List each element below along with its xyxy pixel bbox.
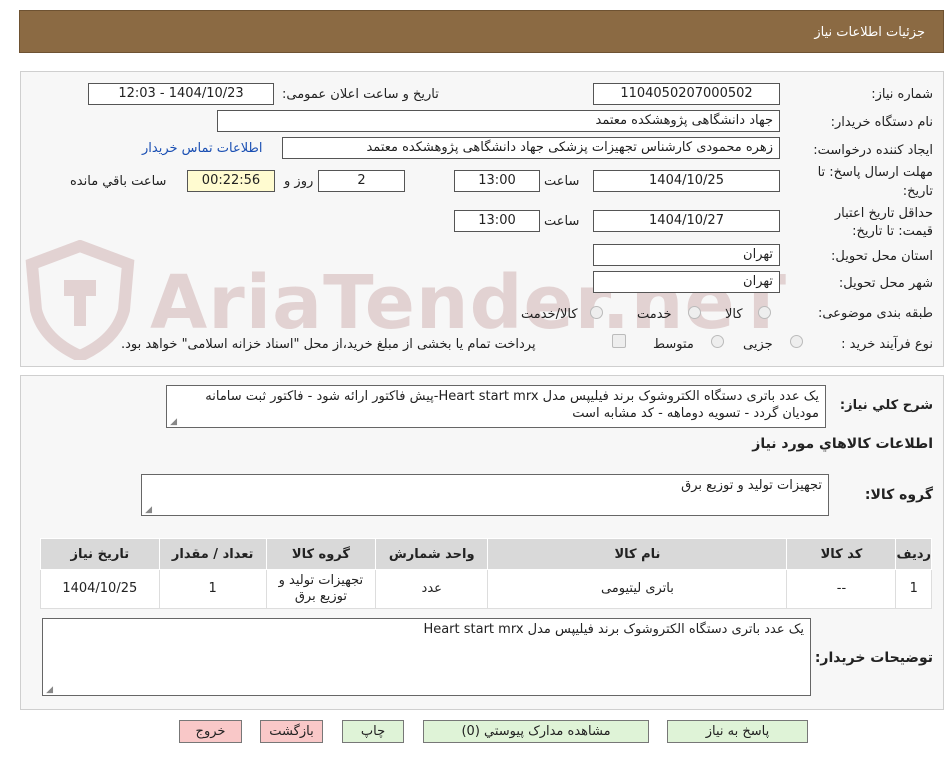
city-field: تهران bbox=[593, 271, 780, 293]
deadline-time-label: ساعت bbox=[544, 174, 580, 189]
category-radio-goods[interactable] bbox=[758, 306, 771, 319]
attachments-button[interactable]: مشاهده مدارک پیوستي (0) bbox=[423, 720, 649, 743]
col-code: کد کالا bbox=[786, 538, 897, 570]
category-option-goods-service: کالا/خدمت bbox=[521, 307, 578, 322]
page-title: جزئیات اطلاعات نیاز bbox=[814, 25, 925, 40]
validity-label-date: قیمت: تا تاریخ: bbox=[852, 224, 933, 239]
page-header: جزئیات اطلاعات نیاز bbox=[19, 10, 944, 53]
creator-field: زهره محمودی کارشناس تجهیزات پزشکی جهاد د… bbox=[282, 137, 780, 159]
table-header-row: ردیف کد کالا نام کالا واحد شمارش گروه کا… bbox=[40, 538, 932, 570]
resize-grip-icon[interactable]: ◢ bbox=[144, 506, 152, 515]
treasury-checkbox[interactable] bbox=[612, 334, 626, 348]
resize-grip-icon[interactable]: ◢ bbox=[169, 418, 177, 427]
remaining-label: ساعت باقي مانده bbox=[70, 174, 167, 189]
items-table: ردیف کد کالا نام کالا واحد شمارش گروه کا… bbox=[40, 538, 932, 609]
creator-label: ایجاد کننده درخواست: bbox=[813, 143, 933, 158]
announce-label: تاریخ و ساعت اعلان عمومی: bbox=[282, 87, 439, 102]
cell-row: 1 bbox=[895, 569, 932, 609]
buyer-notes-text: یک عدد باتری دستگاه الکتروشوک برند فیلیپ… bbox=[423, 622, 804, 637]
category-radio-service[interactable] bbox=[688, 306, 701, 319]
province-field: تهران bbox=[593, 244, 780, 266]
table-row: 1 -- باتری لیتیومی عدد تجهیزات تولید و ت… bbox=[40, 569, 932, 609]
need-number-label: شماره نیاز: bbox=[871, 87, 933, 102]
days-label: روز و bbox=[284, 174, 314, 189]
validity-label: حداقل تاریخ اعتبار bbox=[834, 206, 933, 221]
buyer-org-field: جهاد دانشگاهی پژوهشکده معتمد bbox=[217, 110, 780, 132]
cell-group: تجهیزات تولید و توزیع برق bbox=[265, 569, 377, 609]
cell-date: 1404/10/25 bbox=[40, 569, 160, 609]
deadline-label-date: تاریخ: bbox=[902, 184, 933, 199]
province-label: استان محل تحویل: bbox=[831, 249, 933, 264]
process-radio-medium[interactable] bbox=[711, 335, 724, 348]
summary-label: شرح کلي نياز: bbox=[839, 398, 933, 413]
goods-group-label: گروه کالا: bbox=[864, 487, 933, 503]
deadline-time-field: 13:00 bbox=[454, 170, 540, 192]
validity-date-field: 1404/10/27 bbox=[593, 210, 780, 232]
process-radio-minor[interactable] bbox=[790, 335, 803, 348]
back-button[interactable]: بازگشت bbox=[260, 720, 323, 743]
deadline-label: مهلت ارسال پاسخ: تا bbox=[817, 165, 933, 180]
reply-button[interactable]: پاسخ به نیاز bbox=[667, 720, 808, 743]
city-label: شهر محل تحویل: bbox=[838, 276, 933, 291]
print-button[interactable]: چاپ bbox=[342, 720, 404, 743]
goods-group-field: تجهیزات تولید و توزیع برق ◢ bbox=[141, 474, 829, 516]
buyer-contact-link[interactable]: اطلاعات تماس خریدار bbox=[142, 141, 262, 156]
process-option-minor: جزیی bbox=[743, 337, 773, 352]
announce-field: 1404/10/23 - 12:03 bbox=[88, 83, 274, 105]
category-option-service: خدمت bbox=[637, 307, 672, 322]
treasury-note: پرداخت تمام یا بخشی از مبلغ خرید،از محل … bbox=[121, 337, 536, 352]
cell-qty: 1 bbox=[158, 569, 267, 609]
category-option-goods: کالا bbox=[725, 307, 743, 322]
exit-button[interactable]: خروج bbox=[179, 720, 242, 743]
category-label: طبقه بندی موضوعی: bbox=[817, 306, 933, 321]
cell-code: -- bbox=[786, 569, 897, 609]
resize-grip-icon[interactable]: ◢ bbox=[45, 686, 53, 695]
buyer-notes-label: توضیحات خریدار: bbox=[814, 650, 933, 666]
process-option-medium: متوسط bbox=[653, 337, 694, 352]
col-row: ردیف bbox=[895, 538, 932, 570]
validity-time-label: ساعت bbox=[544, 214, 580, 229]
days-field: 2 bbox=[318, 170, 405, 192]
col-name: نام کالا bbox=[487, 538, 788, 570]
category-radio-goods-service[interactable] bbox=[590, 306, 603, 319]
process-label: نوع فرآیند خرید : bbox=[841, 337, 933, 352]
summary-text-content: یک عدد باتری دستگاه الکتروشوک برند فیلیپ… bbox=[205, 389, 819, 421]
goods-group-value: تجهیزات تولید و توزیع برق bbox=[681, 478, 822, 493]
buyer-notes-field: یک عدد باتری دستگاه الکتروشوک برند فیلیپ… bbox=[42, 618, 811, 696]
deadline-date-field: 1404/10/25 bbox=[593, 170, 780, 192]
col-group: گروه کالا bbox=[265, 538, 377, 570]
col-date: تاریخ نیاز bbox=[40, 538, 160, 570]
summary-text: یک عدد باتری دستگاه الکتروشوک برند فیلیپ… bbox=[166, 385, 826, 428]
need-number-field: 1104050207000502 bbox=[593, 83, 780, 105]
cell-unit: عدد bbox=[375, 569, 489, 609]
validity-time-field: 13:00 bbox=[454, 210, 540, 232]
col-qty: تعداد / مقدار bbox=[158, 538, 267, 570]
col-unit: واحد شمارش bbox=[375, 538, 489, 570]
items-section-title: اطلاعات کالاهاي مورد نياز bbox=[752, 436, 933, 452]
buyer-org-label: نام دستگاه خریدار: bbox=[830, 115, 933, 130]
cell-name: باتری لیتیومی bbox=[487, 569, 788, 609]
remaining-time-field: 00:22:56 bbox=[187, 170, 275, 192]
